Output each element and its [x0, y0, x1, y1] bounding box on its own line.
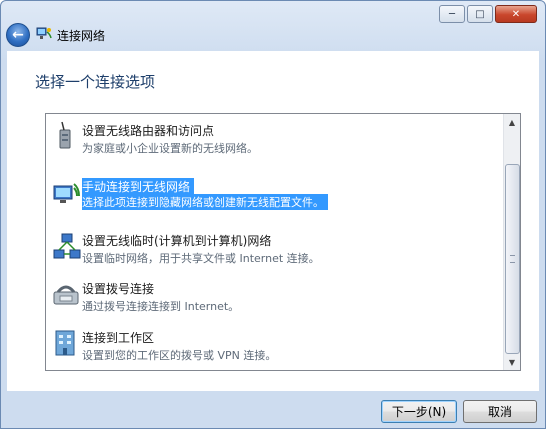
- maximize-icon[interactable]: □: [467, 5, 493, 23]
- back-arrow-icon[interactable]: ←: [6, 23, 30, 47]
- minimize-icon[interactable]: ─: [439, 5, 465, 23]
- page-heading: 选择一个连接选项: [35, 73, 156, 91]
- option-description: 设置临时网络，用于共享文件或 Internet 连接。: [82, 252, 320, 265]
- connect-network-window: ← 连接网络 ─ □ ✕ 选择一个连接选项 设置无线路由器和访问点 为家庭或小企…: [0, 0, 546, 429]
- option-title: 连接到工作区: [82, 331, 155, 345]
- option-workplace[interactable]: 连接到工作区 设置到您的工作区的拨号或 VPN 连接。: [46, 321, 502, 369]
- option-title: 设置无线临时(计算机到计算机)网络: [82, 234, 272, 248]
- adhoc-network-icon: [53, 233, 81, 259]
- window-title: 连接网络: [57, 29, 106, 43]
- caption-buttons: ─ □ ✕: [439, 5, 537, 23]
- close-icon[interactable]: ✕: [495, 5, 537, 23]
- content-area: 选择一个连接选项 设置无线路由器和访问点 为家庭或小企业设置新的无线网络。 手动…: [7, 51, 539, 391]
- option-manual-wireless[interactable]: 手动连接到无线网络 选择此项连接到隐藏网络或创建新无线配置文件。: [46, 170, 502, 218]
- cancel-button[interactable]: 取消: [463, 400, 537, 423]
- option-description: 通过拨号连接连接到 Internet。: [82, 300, 240, 313]
- option-description: 设置到您的工作区的拨号或 VPN 连接。: [82, 349, 277, 362]
- connection-options-list[interactable]: 设置无线路由器和访问点 为家庭或小企业设置新的无线网络。 手动连接到无线网络 选…: [45, 113, 521, 371]
- workplace-vpn-icon: [55, 330, 75, 356]
- option-title: 手动连接到无线网络: [82, 178, 195, 195]
- scroll-thumb[interactable]: [505, 164, 520, 354]
- option-wireless-router[interactable]: 设置无线路由器和访问点 为家庭或小企业设置新的无线网络。: [46, 114, 502, 162]
- option-adhoc-network[interactable]: 设置无线临时(计算机到计算机)网络 设置临时网络，用于共享文件或 Interne…: [46, 224, 502, 272]
- title-bar: ← 连接网络 ─ □ ✕: [1, 1, 545, 49]
- scroll-down-icon[interactable]: ▼: [504, 354, 520, 370]
- option-title: 设置拨号连接: [82, 282, 155, 296]
- wireless-network-icon: [53, 183, 80, 203]
- option-description: 为家庭或小企业设置新的无线网络。: [82, 142, 258, 155]
- next-button[interactable]: 下一步(N): [381, 400, 457, 423]
- option-title: 设置无线路由器和访问点: [82, 124, 215, 138]
- scroll-up-icon[interactable]: ▲: [504, 114, 520, 130]
- list-scrollbar[interactable]: ▲ ▼: [503, 114, 520, 370]
- network-icon: [36, 27, 52, 39]
- option-description: 选择此项连接到隐藏网络或创建新无线配置文件。: [82, 194, 328, 210]
- scroll-grip-icon: [510, 255, 515, 263]
- option-dialup[interactable]: 设置拨号连接 通过拨号连接连接到 Internet。: [46, 272, 502, 320]
- wireless-router-icon: [59, 121, 71, 149]
- dialup-modem-icon: [53, 285, 79, 305]
